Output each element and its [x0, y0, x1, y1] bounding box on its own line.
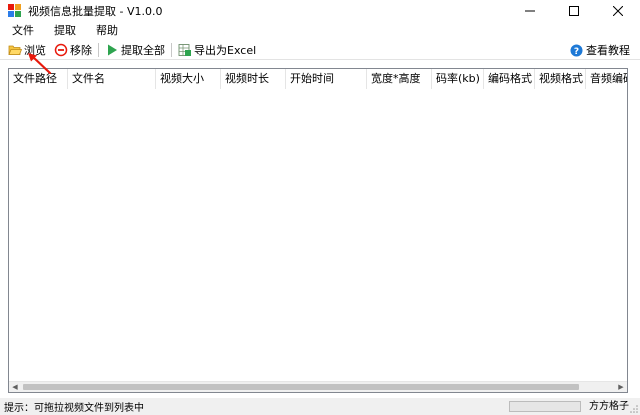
title-bar: 视频信息批量提取 - V1.0.0 [0, 0, 640, 22]
maximize-icon [569, 6, 579, 16]
minimize-button[interactable] [508, 0, 552, 22]
close-icon [613, 6, 623, 16]
file-list[interactable]: 文件路径 文件名 视频大小 视频时长 开始时间 宽度*高度 码率(kb) 编码格… [8, 68, 628, 393]
list-body[interactable] [9, 89, 627, 380]
close-button[interactable] [596, 0, 640, 22]
scroll-left-icon[interactable]: ◀ [9, 382, 21, 392]
export-excel-button[interactable]: 导出为Excel [176, 41, 258, 59]
column-video-format[interactable]: 视频格式 [535, 69, 586, 89]
menu-file[interactable]: 文件 [6, 22, 40, 40]
window-title: 视频信息批量提取 - V1.0.0 [28, 5, 163, 18]
question-circle-icon: ? [570, 44, 583, 57]
column-start-time[interactable]: 开始时间 [286, 69, 367, 89]
list-header: 文件路径 文件名 视频大小 视频时长 开始时间 宽度*高度 码率(kb) 编码格… [9, 69, 627, 89]
status-author: 方方格子 [589, 401, 629, 412]
scroll-right-icon[interactable]: ▶ [615, 382, 627, 392]
window-controls [508, 0, 640, 22]
menu-extract[interactable]: 提取 [48, 22, 82, 40]
toolbar-separator [98, 42, 99, 57]
app-icon [8, 4, 22, 18]
horizontal-scrollbar[interactable]: ◀ ▶ [9, 381, 627, 392]
help-label: 查看教程 [586, 44, 630, 57]
resize-grip-icon[interactable] [630, 405, 638, 413]
column-video-duration[interactable]: 视频时长 [221, 69, 286, 89]
status-progress-bar [509, 401, 581, 412]
svg-text:?: ? [574, 46, 579, 56]
toolbar-separator [171, 42, 172, 57]
extract-all-label: 提取全部 [121, 43, 165, 57]
extract-all-button[interactable]: 提取全部 [103, 41, 167, 59]
minus-circle-icon [54, 43, 68, 57]
column-audio-codec[interactable]: 音频编码 [586, 69, 627, 89]
remove-button[interactable]: 移除 [52, 41, 94, 59]
play-icon [105, 43, 119, 57]
folder-open-icon [8, 43, 23, 57]
annotation-arrow-icon [28, 53, 52, 75]
menu-help[interactable]: 帮助 [90, 22, 124, 40]
status-hint: 提示：可拖拉视频文件到列表中 [4, 403, 144, 414]
view-tutorial-button[interactable]: ? 查看教程 [570, 41, 630, 59]
excel-export-icon [178, 43, 192, 57]
column-file-name[interactable]: 文件名 [68, 69, 156, 89]
column-codec[interactable]: 编码格式 [484, 69, 535, 89]
minimize-icon [525, 10, 535, 12]
status-bar: 提示：可拖拉视频文件到列表中 方方格子 [0, 398, 640, 415]
remove-label: 移除 [70, 43, 92, 57]
export-excel-label: 导出为Excel [194, 43, 257, 57]
column-bitrate[interactable]: 码率(kb) [432, 69, 484, 89]
menu-bar: 文件 提取 帮助 [0, 22, 640, 40]
maximize-button[interactable] [552, 0, 596, 22]
column-resolution[interactable]: 宽度*高度 [367, 69, 432, 89]
scrollbar-thumb[interactable] [23, 384, 579, 390]
toolbar: 浏览 移除 提取全部 导出为Excel ? 查看教程 [0, 40, 640, 60]
column-video-size[interactable]: 视频大小 [156, 69, 221, 89]
